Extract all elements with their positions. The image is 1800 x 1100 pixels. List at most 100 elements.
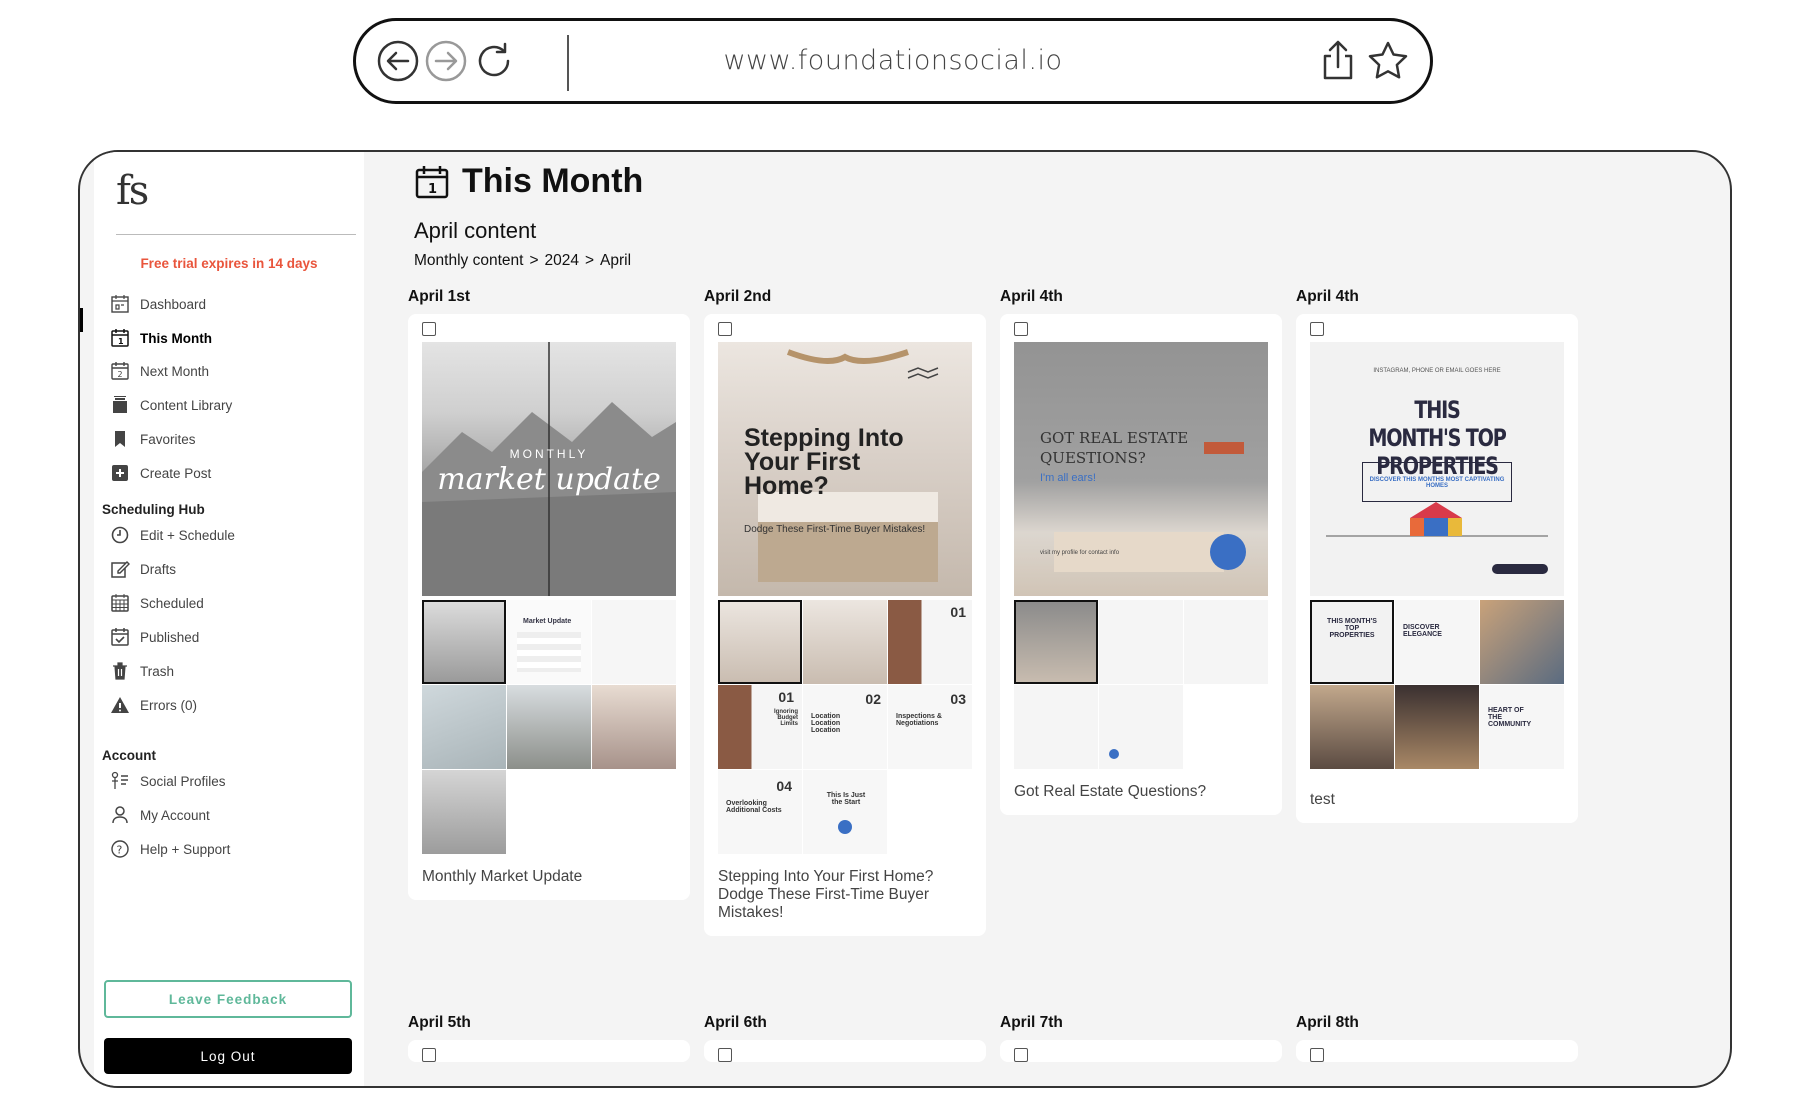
thumbnail[interactable]: Market Update	[507, 600, 591, 684]
sidebar-item-my-account[interactable]: My Account	[110, 802, 210, 828]
sidebar-item-social-profiles[interactable]: Social Profiles	[110, 768, 226, 794]
sidebar-item-create-post[interactable]: Create Post	[110, 460, 211, 486]
breadcrumb-monthly-content[interactable]: Monthly content	[414, 252, 523, 270]
hero-headline: Stepping Into Your First Home?	[744, 424, 904, 500]
logo[interactable]: fs	[116, 168, 149, 214]
breadcrumb-year[interactable]: 2024	[545, 252, 579, 270]
breadcrumb-month[interactable]: April	[600, 252, 631, 270]
page-subtitle: April content	[414, 218, 537, 243]
thumb-label: Location Location Location	[811, 713, 841, 734]
thumbnail[interactable]	[422, 685, 506, 769]
select-checkbox[interactable]	[422, 1048, 436, 1062]
thumbnail-grid: 01 01 Ignoring Budget Limits 02 Location…	[718, 600, 972, 854]
share-icon[interactable]	[1316, 39, 1360, 83]
thumbnail[interactable]: 01	[888, 600, 972, 684]
sidebar-item-trash[interactable]: Trash	[110, 658, 174, 684]
thumbnail[interactable]: 04 Overlooking Additional Costs	[718, 770, 802, 854]
post-hero-image[interactable]: INSTAGRAM, PHONE OR EMAIL GOES HERE THIS…	[1310, 342, 1564, 596]
sidebar-item-errors[interactable]: Errors (0)	[110, 692, 197, 718]
thumbnail[interactable]	[1395, 685, 1479, 769]
select-checkbox[interactable]	[1310, 1048, 1324, 1062]
select-checkbox[interactable]	[1310, 322, 1324, 336]
day-column: April 2nd Stepping Into Your First Home?…	[704, 288, 986, 936]
star-icon[interactable]	[1366, 39, 1410, 83]
select-checkbox[interactable]	[718, 1048, 732, 1062]
post-card[interactable]: GOT REAL ESTATE QUESTIONS? I'm all ears!…	[1000, 314, 1282, 815]
thumbnail[interactable]: DISCOVER ELEGANCE	[1395, 600, 1479, 684]
thumbnail-grid: THIS MONTH'S TOP PROPERTIES DISCOVER ELE…	[1310, 600, 1564, 769]
sidebar-item-scheduled[interactable]: Scheduled	[110, 590, 204, 616]
forward-arrow-icon[interactable]	[424, 39, 468, 83]
thumbnail[interactable]	[1480, 600, 1564, 684]
sidebar-item-label: Errors (0)	[140, 697, 197, 713]
thumbnail[interactable]	[422, 770, 506, 854]
thumbnail[interactable]: 03 Inspections & Negotiations	[888, 685, 972, 769]
thumbnail[interactable]: THIS MONTH'S TOP PROPERTIES	[1310, 600, 1394, 684]
thumbnail[interactable]	[592, 600, 676, 684]
sidebar-item-drafts[interactable]: Drafts	[110, 556, 176, 582]
breadcrumb-separator: >	[584, 252, 595, 269]
post-card[interactable]	[1000, 1040, 1282, 1062]
sidebar-item-published[interactable]: Published	[110, 624, 199, 650]
thumb-badge	[838, 820, 852, 834]
post-hero-image[interactable]: Stepping Into Your First Home? Dodge The…	[718, 342, 972, 596]
thumbnail[interactable]: 02 Location Location Location	[803, 685, 887, 769]
sidebar-item-label: Scheduled	[140, 595, 204, 611]
thumbnail[interactable]	[422, 600, 506, 684]
sidebar-item-next-month[interactable]: 2 Next Month	[110, 358, 209, 384]
select-checkbox[interactable]	[1014, 322, 1028, 336]
thumbnail[interactable]	[592, 685, 676, 769]
thumbnail[interactable]: HEART OF THE COMMUNITY	[1480, 685, 1564, 769]
post-caption: test	[1310, 791, 1335, 808]
post-caption: Stepping Into Your First Home? Dodge The…	[718, 868, 934, 921]
thumbnail[interactable]	[1014, 685, 1098, 769]
column-date: April 8th	[1296, 1014, 1359, 1031]
calendar-1-icon: 1	[414, 164, 450, 200]
thumbnail[interactable]	[1099, 600, 1183, 684]
thumb-label: This Is Just the Start	[826, 792, 866, 806]
thumbnail[interactable]: This Is Just the Start	[803, 770, 887, 854]
sidebar-item-dashboard[interactable]: Dashboard	[110, 291, 206, 317]
thumbnail[interactable]	[718, 600, 802, 684]
post-card[interactable]: INSTAGRAM, PHONE OR EMAIL GOES HERE THIS…	[1296, 314, 1578, 823]
sidebar-item-content-library[interactable]: Content Library	[110, 392, 232, 418]
sidebar-item-edit-schedule[interactable]: Edit + Schedule	[110, 522, 235, 548]
thumbnail[interactable]	[1184, 600, 1268, 684]
select-checkbox[interactable]	[1014, 1048, 1028, 1062]
active-indicator	[80, 308, 83, 332]
sidebar-item-label: Next Month	[140, 363, 210, 379]
reload-icon[interactable]	[472, 39, 516, 83]
select-checkbox[interactable]	[718, 322, 732, 336]
thumbnail[interactable]: 01 Ignoring Budget Limits	[718, 685, 802, 769]
thumbnail[interactable]	[507, 685, 591, 769]
thumb-label: Overlooking Additional Costs	[726, 800, 782, 814]
back-arrow-icon[interactable]	[376, 39, 420, 83]
post-card[interactable]	[408, 1040, 690, 1062]
url-field[interactable]: www.foundationsocial.io	[596, 45, 1190, 76]
sidebar-item-this-month[interactable]: 1 This Month	[110, 325, 212, 351]
thumbnail-grid	[1014, 600, 1268, 769]
leave-feedback-button[interactable]: Leave Feedback	[104, 980, 352, 1018]
thumbnail[interactable]	[1099, 685, 1183, 769]
scheduling-hub-title: Scheduling Hub	[102, 502, 205, 517]
post-card[interactable]	[704, 1040, 986, 1062]
sidebar-item-label: Published	[140, 629, 200, 645]
post-hero-image[interactable]: GOT REAL ESTATE QUESTIONS? I'm all ears!…	[1014, 342, 1268, 596]
sidebar-item-help-support[interactable]: ? Help + Support	[110, 836, 230, 862]
sidebar-item-favorites[interactable]: Favorites	[110, 426, 196, 452]
thumbnail[interactable]	[1310, 685, 1394, 769]
post-card[interactable]	[1296, 1040, 1578, 1062]
column-date: April 5th	[408, 1014, 471, 1031]
thumbnail[interactable]	[803, 600, 887, 684]
post-hero-image[interactable]: MONTHLY market update	[422, 342, 676, 596]
post-card[interactable]: Stepping Into Your First Home? Dodge The…	[704, 314, 986, 936]
user-icon	[110, 805, 130, 825]
sidebar: fs Free trial expires in 14 days Dashboa…	[80, 152, 364, 1086]
log-out-button[interactable]: Log Out	[104, 1038, 352, 1074]
thumb-number: 01	[778, 689, 794, 705]
bookmark-icon	[110, 429, 130, 449]
post-card[interactable]: MONTHLY market update Market Update Mont…	[408, 314, 690, 900]
thumbnail[interactable]	[1014, 600, 1098, 684]
warning-icon	[110, 695, 130, 715]
select-checkbox[interactable]	[422, 322, 436, 336]
